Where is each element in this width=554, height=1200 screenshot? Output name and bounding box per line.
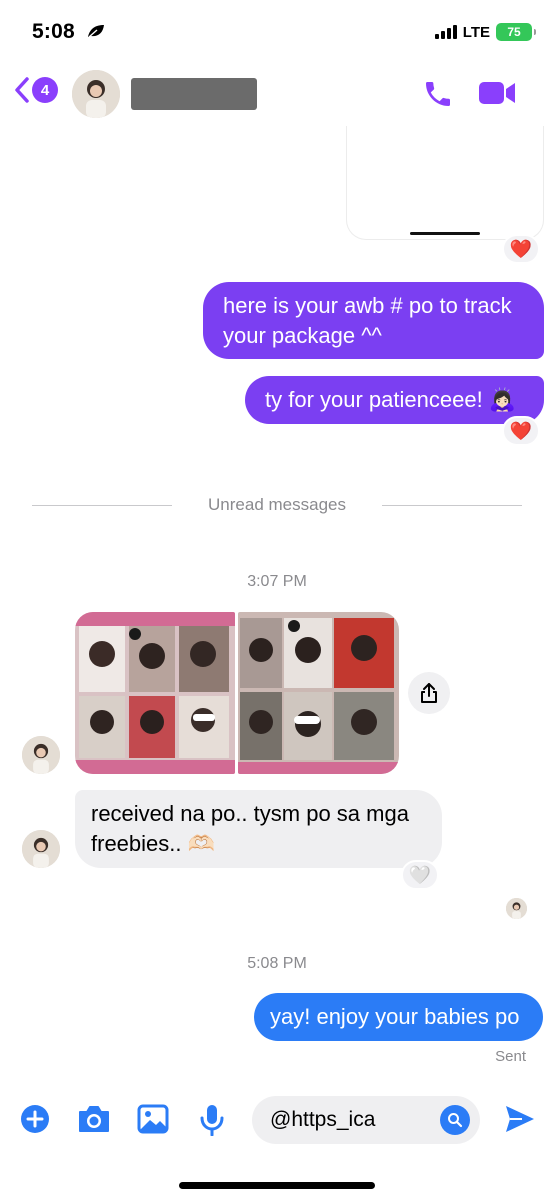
unread-messages-divider: Unread messages [208,495,346,514]
search-icon [448,1113,463,1128]
outgoing-message[interactable]: here is your awb # po to track your pack… [203,282,544,359]
message-text: received na po.. tysm po sa mga freebies… [91,801,409,856]
photo-attachment[interactable] [75,612,235,774]
message-text: here is your awb # po to track your pack… [223,292,512,348]
heart-reaction[interactable]: ❤️ [502,234,540,264]
card-divider-line [410,232,480,235]
microphone-icon [200,1105,224,1137]
unread-count-badge: 4 [32,77,58,103]
signal-icon [434,25,457,39]
sender-avatar[interactable] [22,830,60,868]
sent-status: Sent [495,1048,526,1065]
phone-icon [426,82,450,106]
message-text: yay! enjoy your babies po [270,1004,520,1029]
sender-avatar[interactable] [22,736,60,774]
message-input-container [252,1096,480,1144]
image-icon [137,1104,169,1134]
home-indicator [179,1182,375,1189]
incoming-message[interactable]: received na po.. tysm po sa mga freebies… [75,790,442,868]
audio-call-button[interactable] [422,78,454,115]
voice-button[interactable] [199,1104,225,1141]
network-label: LTE [462,23,490,41]
timestamp: 5:08 PM [247,955,307,972]
chat-header: 4 [0,62,554,126]
outgoing-message[interactable]: yay! enjoy your babies po [254,993,543,1041]
photo-attachment[interactable] [238,612,399,774]
gallery-button[interactable] [137,1104,169,1139]
add-button[interactable] [20,1104,50,1139]
white-heart-reaction-emoji: 🤍 [408,864,432,885]
camera-button[interactable] [77,1104,111,1139]
camera-icon [79,1106,109,1132]
message-composer [0,1086,554,1156]
message-text: ty for your patienceee! 🙇🏻‍♀️ [265,387,517,412]
heart-reaction-emoji: ❤️ [509,420,533,441]
contact-avatar[interactable] [72,70,120,118]
focus-leaf-icon [87,24,105,43]
battery-icon: 75 [496,23,536,41]
read-receipt-avatar [506,898,527,919]
contact-name-redacted[interactable] [131,78,257,110]
send-icon [506,1106,534,1132]
previous-attachment-card[interactable] [346,126,544,240]
message-input[interactable] [270,1096,430,1144]
heart-reaction[interactable]: ❤️ [502,416,540,446]
back-button[interactable]: 4 [14,76,58,104]
battery-level: 75 [507,25,521,39]
status-time: 5:08 [32,20,75,43]
search-button[interactable] [440,1105,470,1135]
send-button[interactable] [504,1104,536,1139]
heart-reaction-emoji: ❤️ [509,238,533,259]
status-right: LTE 75 [434,23,536,41]
video-camera-icon [479,82,515,104]
share-button[interactable] [408,672,450,714]
chevron-left-icon [15,77,29,103]
share-icon [421,683,437,703]
outgoing-message[interactable]: ty for your patienceee! 🙇🏻‍♀️ [245,376,544,424]
video-call-button[interactable] [478,80,516,111]
timestamp: 3:07 PM [247,573,307,590]
white-heart-reaction[interactable]: 🤍 [401,860,439,890]
status-bar: 5:08 LTE 75 [0,0,554,62]
plus-circle-icon [21,1105,49,1133]
